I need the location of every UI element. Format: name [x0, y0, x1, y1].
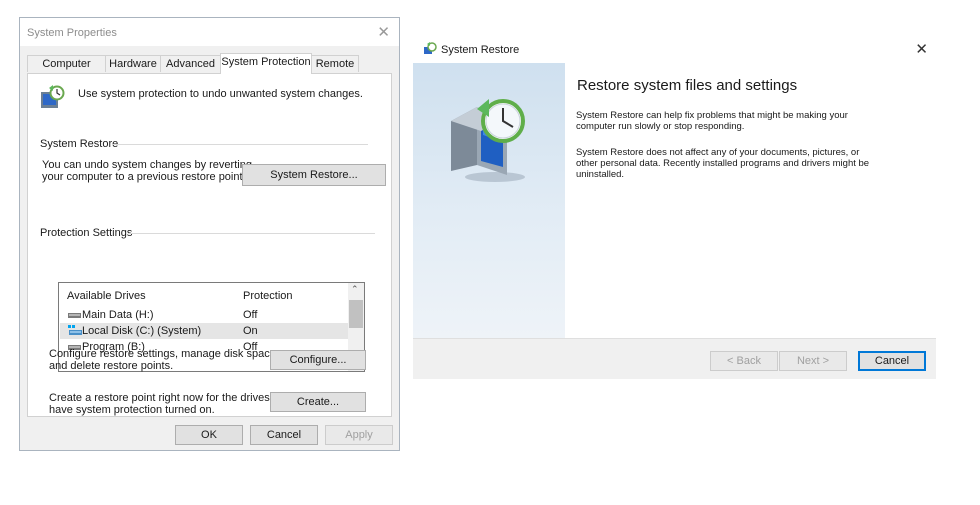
group-divider [128, 233, 375, 234]
close-icon[interactable]: ✕ [377, 23, 390, 41]
column-header-protection[interactable]: Protection [243, 288, 293, 304]
window-title: System Restore [441, 44, 520, 56]
title-bar: System Properties ✕ [20, 18, 399, 46]
drive-row[interactable]: Main Data (H:) Off [60, 307, 350, 323]
create-description-line: have system protection turned on. [49, 404, 215, 416]
scrollbar-thumb[interactable] [349, 300, 363, 328]
restore-description-line: your computer to a previous restore poin… [42, 171, 246, 183]
protection-settings-group-label: Protection Settings [40, 227, 133, 239]
chevron-up-icon[interactable]: ⌃ [351, 284, 359, 295]
title-bar: System Restore ✕ [413, 37, 936, 63]
ok-button[interactable]: OK [175, 425, 243, 445]
configure-description-line: and delete restore points. [49, 360, 174, 372]
restore-description: You can undo system changes by reverting… [42, 159, 252, 183]
configure-description: Configure restore settings, manage disk … [49, 348, 279, 372]
intro-text: Use system protection to undo unwanted s… [78, 88, 363, 100]
list-header: Available Drives Protection [60, 288, 350, 304]
drive-protection: On [243, 325, 258, 337]
tab-remote[interactable]: Remote [311, 55, 359, 72]
close-icon[interactable]: ✕ [915, 40, 928, 58]
system-protection-panel: Use system protection to undo unwanted s… [27, 73, 392, 417]
system-restore-icon [424, 42, 437, 54]
cancel-button[interactable]: Cancel [250, 425, 318, 445]
window-title: System Properties [27, 27, 117, 39]
paragraph-line: System Restore can help fix problems tha… [576, 110, 848, 121]
apply-button[interactable]: Apply [325, 425, 393, 445]
system-restore-illustration-icon [451, 99, 525, 182]
wizard-paragraph-2: System Restore does not affect any of yo… [576, 147, 869, 180]
wizard-heading: Restore system files and settings [577, 77, 798, 94]
paragraph-line: System Restore does not affect any of yo… [576, 147, 860, 158]
back-button[interactable]: < Back [710, 351, 778, 371]
configure-button[interactable]: Configure... [270, 350, 366, 370]
drive-row[interactable]: Local Disk (C:) (System) On [60, 323, 350, 339]
drive-name: Local Disk (C:) (System) [82, 325, 202, 337]
system-drive-icon [68, 325, 82, 335]
system-protection-icon [41, 85, 65, 108]
tab-system-protection[interactable]: System Protection [220, 53, 312, 74]
cancel-button[interactable]: Cancel [858, 351, 926, 371]
create-description-line: Create a restore point right now for the… [49, 392, 292, 404]
create-description: Create a restore point right now for the… [49, 392, 291, 416]
restore-description-line: You can undo system changes by reverting [42, 159, 252, 171]
configure-description-line: Configure restore settings, manage disk … [49, 348, 279, 360]
wizard-paragraph-1: System Restore can help fix problems tha… [576, 110, 848, 132]
group-divider [112, 144, 368, 145]
wizard-footer: < Back Next > Cancel [413, 338, 936, 379]
paragraph-line: computer run slowly or stop responding. [576, 121, 745, 132]
tab-computer-name[interactable]: Computer Name [27, 55, 106, 86]
wizard-sidebar [413, 63, 565, 338]
system-restore-window: System Restore ✕ Restore system files an… [413, 37, 936, 379]
system-restore-group-label: System Restore [40, 138, 119, 150]
tab-advanced[interactable]: Advanced [160, 55, 221, 72]
system-properties-window: System Properties ✕ Computer Name Hardwa… [19, 17, 400, 451]
next-button[interactable]: Next > [779, 351, 847, 371]
paragraph-line: uninstalled. [576, 169, 625, 180]
drive-icon [68, 313, 81, 318]
system-restore-button[interactable]: System Restore... [242, 164, 386, 186]
drive-protection: Off [243, 309, 258, 321]
drive-name: Main Data (H:) [82, 309, 154, 321]
create-button[interactable]: Create... [270, 392, 366, 412]
paragraph-line: other personal data. Recently installed … [576, 158, 870, 169]
column-header-drives[interactable]: Available Drives [67, 288, 146, 304]
tab-hardware[interactable]: Hardware [105, 55, 161, 72]
